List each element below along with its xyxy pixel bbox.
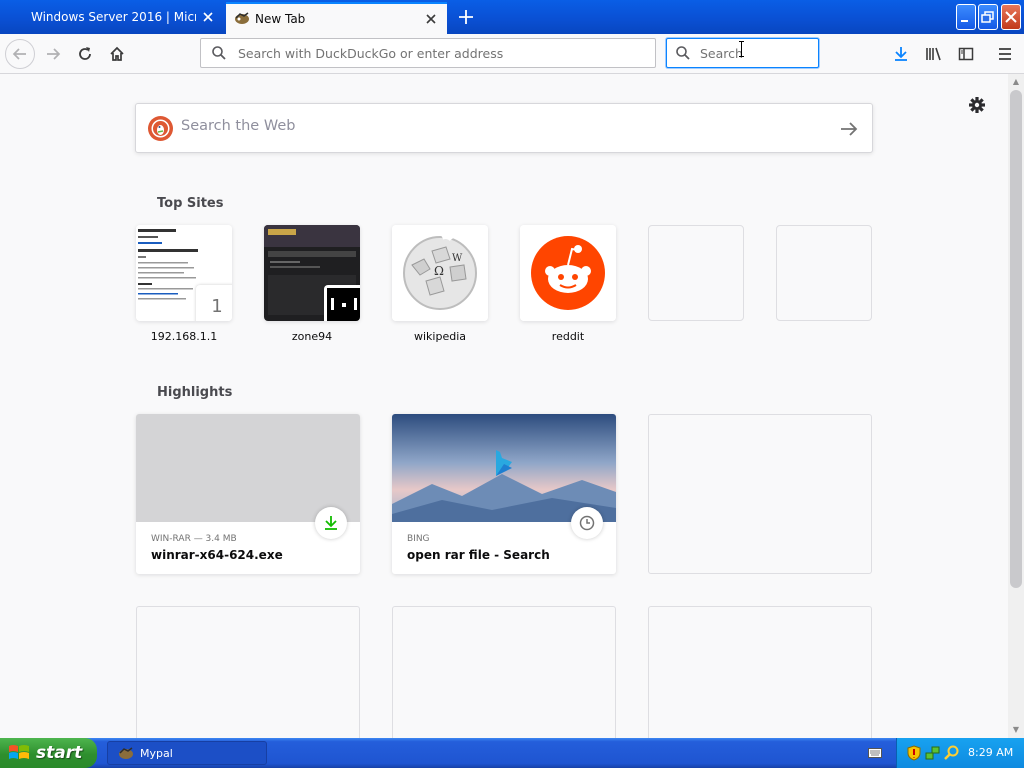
- tab-label: Windows Server 2016 | Microsoft E: [31, 10, 196, 24]
- navigation-toolbar: [0, 34, 1024, 74]
- wikipedia-globe-icon: Ω W: [392, 225, 488, 321]
- site-title: reddit: [551, 330, 585, 343]
- svg-text:Ω: Ω: [434, 264, 444, 278]
- tab-new-tab[interactable]: New Tab: [226, 2, 447, 34]
- tab-windows-server[interactable]: Windows Server 2016 | Microsoft E: [0, 0, 226, 34]
- site-thumbnail: 1: [136, 225, 232, 321]
- card-title: open rar file - Search: [407, 548, 550, 562]
- card-context: BING: [407, 534, 430, 544]
- network-icon[interactable]: [925, 745, 941, 761]
- start-label: start: [36, 743, 83, 763]
- top-site-wikipedia[interactable]: Ω W wikipedia: [392, 225, 488, 343]
- duckduckgo-logo-icon: [148, 116, 173, 141]
- top-site-empty: [648, 225, 744, 321]
- site-thumbnail: [264, 225, 360, 321]
- clock: 8:29 AM: [968, 746, 1014, 759]
- tab-strip: Windows Server 2016 | Microsoft E New Ta…: [0, 0, 1024, 34]
- text-cursor-icon: [739, 41, 744, 57]
- back-button[interactable]: [5, 39, 35, 69]
- close-icon[interactable]: [201, 10, 215, 24]
- mypal-app-icon: [119, 747, 133, 759]
- vertical-scrollbar[interactable]: ▲ ▼: [1008, 74, 1024, 738]
- highlight-empty-slot: [392, 606, 616, 738]
- download-preview: [136, 414, 360, 522]
- system-tray: 8:29 AM: [896, 738, 1024, 768]
- card-title: winrar-x64-624.exe: [151, 548, 283, 562]
- top-site-reddit[interactable]: reddit: [520, 225, 616, 343]
- restore-icon: [981, 11, 994, 23]
- highlight-empty-slot: [136, 606, 360, 738]
- site-thumbnail: Ω W: [392, 225, 488, 321]
- close-icon[interactable]: [424, 12, 438, 26]
- reddit-logo-icon: [520, 225, 616, 321]
- downloads-button[interactable]: [886, 39, 916, 69]
- search-icon: [212, 46, 226, 60]
- close-window-button[interactable]: [1001, 4, 1021, 30]
- empty-site-slot: [648, 225, 744, 321]
- back-arrow-icon: [12, 48, 26, 60]
- highlight-card-bing[interactable]: BING open rar file - Search: [392, 414, 616, 574]
- start-button[interactable]: start: [0, 738, 97, 768]
- taskbar-item-label: Mypal: [140, 746, 173, 760]
- site-title: wikipedia: [413, 330, 466, 343]
- menu-button[interactable]: [990, 39, 1020, 69]
- windows-taskbar: start Mypal 8:29 AM: [0, 738, 1024, 768]
- restore-button[interactable]: [978, 4, 998, 30]
- highlight-empty-slot: [648, 414, 872, 574]
- minimize-button[interactable]: [956, 4, 976, 30]
- search-icon: [676, 46, 690, 60]
- security-shield-icon[interactable]: [907, 745, 921, 761]
- forward-button[interactable]: [38, 39, 68, 69]
- top-site-zone94[interactable]: zone94: [264, 225, 360, 343]
- sidebar-icon: [958, 47, 974, 61]
- empty-site-slot: [776, 225, 872, 321]
- new-tab-page: Top Sites 1 192.168.1.1: [0, 74, 1008, 738]
- url-input[interactable]: [238, 45, 655, 61]
- search-input[interactable]: [700, 45, 818, 61]
- gear-icon[interactable]: [966, 94, 988, 116]
- windows-logo-icon: [9, 745, 29, 759]
- search-icon[interactable]: [944, 745, 960, 761]
- reload-button[interactable]: [70, 39, 100, 69]
- highlight-empty-slot: [648, 606, 872, 738]
- clock-icon: [571, 507, 603, 539]
- url-bar[interactable]: [200, 38, 656, 68]
- arrow-right-icon[interactable]: [838, 118, 860, 140]
- mypal-favicon-icon: [235, 12, 249, 24]
- svg-text:W: W: [452, 253, 463, 264]
- taskbar-item-mypal[interactable]: Mypal: [107, 741, 267, 765]
- download-icon: [315, 507, 347, 539]
- home-icon: [110, 46, 124, 61]
- home-button[interactable]: [102, 39, 132, 69]
- site-number-badge: 1: [196, 285, 232, 321]
- reload-icon: [79, 47, 91, 60]
- web-search-input[interactable]: [181, 118, 821, 134]
- hamburger-menu-icon: [999, 48, 1011, 60]
- library-button[interactable]: [919, 39, 949, 69]
- card-context: WIN-RAR — 3.4 MB: [151, 534, 237, 544]
- highlight-card-winrar[interactable]: WIN-RAR — 3.4 MB winrar-x64-624.exe: [136, 414, 360, 574]
- close-icon: [1005, 11, 1017, 23]
- highlights-heading: Highlights: [157, 385, 233, 400]
- top-sites-heading: Top Sites: [157, 196, 224, 211]
- site-title: zone94: [291, 330, 333, 343]
- web-search-box[interactable]: [135, 103, 873, 153]
- top-site-192-168-1-1[interactable]: 1 192.168.1.1: [136, 225, 232, 343]
- new-tab-plus-icon[interactable]: [455, 6, 477, 28]
- keyboard-icon[interactable]: [868, 747, 882, 759]
- scroll-up-arrow-icon[interactable]: ▲: [1008, 74, 1024, 90]
- scroll-thumb[interactable]: [1010, 90, 1022, 588]
- sidebar-button[interactable]: [951, 39, 981, 69]
- zone94-favicon-icon: [324, 285, 360, 321]
- scroll-down-arrow-icon[interactable]: ▼: [1008, 722, 1024, 738]
- bing-preview: [392, 414, 616, 522]
- download-icon: [895, 47, 907, 61]
- forward-arrow-icon: [47, 48, 61, 60]
- library-icon: [926, 47, 941, 61]
- site-title: 192.168.1.1: [150, 330, 218, 343]
- tab-label: New Tab: [255, 12, 306, 26]
- top-site-empty: [776, 225, 872, 321]
- minimize-icon: [961, 20, 968, 22]
- site-thumbnail: [520, 225, 616, 321]
